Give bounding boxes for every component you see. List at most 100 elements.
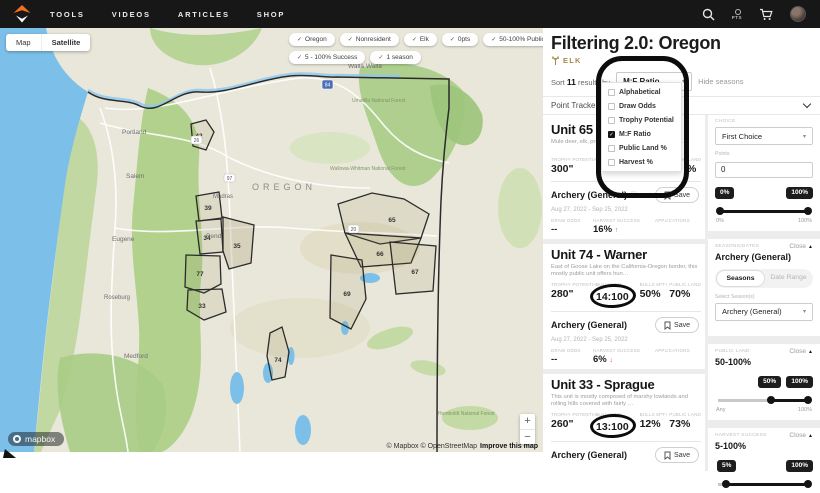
check-icon: ✓ xyxy=(297,54,302,61)
satellite-button[interactable]: Satellite xyxy=(41,34,91,51)
season-select[interactable]: Archery (General)▾ xyxy=(715,303,813,321)
stat-header: TROPHY POTENTIAL xyxy=(551,157,596,162)
save-button[interactable]: Save xyxy=(655,317,699,333)
chip-season[interactable]: ✓1 season xyxy=(370,51,420,64)
odds-slider[interactable] xyxy=(718,210,810,213)
stat-header: TROPHY POTENTIAL xyxy=(551,282,596,287)
checkbox-icon xyxy=(608,103,615,110)
nav-item-tools[interactable]: TOOLS xyxy=(50,10,85,19)
sort-option-alphabetical[interactable]: Alphabetical xyxy=(602,85,681,99)
max-harvest-badge: 100% xyxy=(786,460,813,472)
choice-select[interactable]: First Choice▾ xyxy=(715,127,813,145)
nav-item-shop[interactable]: SHOP xyxy=(257,10,285,19)
stat-header: APPLICATIONS xyxy=(655,218,701,223)
collapse-icon: ▲ xyxy=(808,433,813,439)
stat-header: BULLS 6PT+ xyxy=(640,282,670,287)
sort-option-draw-odds[interactable]: Draw Odds xyxy=(602,99,681,113)
chevron-down-icon[interactable] xyxy=(803,100,811,108)
public-land-slider[interactable] xyxy=(718,399,810,402)
collapse-icon: ▲ xyxy=(808,349,813,355)
tab-date-range[interactable]: Date Range xyxy=(765,270,812,287)
sort-option-harvest[interactable]: Harvest % xyxy=(602,155,681,169)
save-button[interactable]: Save xyxy=(655,187,699,203)
state-label: OREGON xyxy=(252,182,316,192)
chip-nonresident[interactable]: ✓Nonresident xyxy=(340,33,399,46)
trophy-value: 260" xyxy=(551,418,596,430)
checkbox-icon xyxy=(608,131,615,138)
bookmark-icon xyxy=(664,321,671,330)
unit-label: 39 xyxy=(204,205,212,212)
unit-label: 66 xyxy=(376,251,384,258)
hide-seasons-link[interactable]: Hide seasons xyxy=(698,77,743,86)
filter-panel: CHOICE First Choice▾ Points 0% 100% 0%10… xyxy=(705,115,820,471)
nav-item-articles[interactable]: ARTICLES xyxy=(178,10,230,19)
map-button[interactable]: Map xyxy=(6,34,41,51)
map-attribution[interactable]: © Mapbox © OpenStreetMapImprove this map xyxy=(387,443,538,450)
city-label: Portland xyxy=(122,129,147,136)
shield-label: 20 xyxy=(351,227,357,233)
close-public-land-link[interactable]: Close▲ xyxy=(789,348,813,355)
stat-header: PUBLIC LAND xyxy=(669,282,701,287)
stat-header: BULLS 6PT+ xyxy=(640,412,670,417)
chip-elk[interactable]: ✓Elk xyxy=(404,33,437,46)
forest-label: Umatilla National Forest xyxy=(352,98,406,104)
cart-icon[interactable] xyxy=(759,8,773,21)
stat-header: TROPHY POTENTIAL xyxy=(551,412,596,417)
section-label: HARVEST SUCCESS xyxy=(715,433,767,438)
zoom-in-button[interactable]: + xyxy=(520,414,535,429)
close-harvest-link[interactable]: Close▲ xyxy=(789,432,813,439)
zoom-out-button[interactable]: − xyxy=(520,429,535,444)
check-icon: ✓ xyxy=(348,36,353,43)
slider-max-label: 100% xyxy=(798,218,812,224)
close-seasons-link[interactable]: Close▲ xyxy=(789,243,813,250)
slider-handle-min[interactable] xyxy=(767,396,775,404)
slider-handle-min[interactable] xyxy=(716,207,724,215)
unit-label: 69 xyxy=(343,291,351,298)
season-name: Archery (General) xyxy=(551,320,627,330)
bookmark-icon xyxy=(664,451,671,460)
results-panel: Filtering 2.0: Oregon ELK Sort 11 result… xyxy=(543,28,820,458)
stat-header: HARVEST SUCCESS xyxy=(593,348,655,353)
harvest-value: 6% xyxy=(593,354,607,365)
unit-polygon-67[interactable] xyxy=(390,242,436,294)
unit-description: This unit is mostly composed of marshy l… xyxy=(551,394,701,408)
antler-icon xyxy=(551,55,560,65)
mapbox-logo-icon xyxy=(13,435,21,443)
mapbox-logo[interactable]: mapbox xyxy=(8,432,64,446)
sort-option-mf-ratio[interactable]: M:F Ratio xyxy=(602,127,681,141)
map-canvas[interactable]: 42 39 34 35 77 33 74 65 66 67 69 26 97 2… xyxy=(0,28,543,452)
harvest-slider[interactable] xyxy=(718,483,810,486)
tab-seasons[interactable]: Seasons xyxy=(716,270,765,287)
choice-section: CHOICE First Choice▾ Points 0% 100% 0%10… xyxy=(708,115,820,231)
slider-handle-max[interactable] xyxy=(804,480,812,488)
unit-card-74: Unit 74 - Warner East of Goose Lake on t… xyxy=(551,247,701,374)
unit-title[interactable]: Unit 33 - Sprague xyxy=(551,377,701,392)
slider-handle-max[interactable] xyxy=(804,396,812,404)
unit-label: 67 xyxy=(411,269,419,276)
user-avatar[interactable] xyxy=(790,6,806,22)
point-tracker-icon[interactable]: PTS xyxy=(732,9,742,20)
chip-points[interactable]: ✓0pts xyxy=(442,33,478,46)
search-icon[interactable] xyxy=(702,8,715,21)
slider-handle-max[interactable] xyxy=(804,207,812,215)
unit-title[interactable]: Unit 74 - Warner xyxy=(551,247,701,262)
publicland-value: 73% xyxy=(669,418,701,430)
stat-header: HARVEST SUCCESS xyxy=(593,218,655,223)
sort-option-trophy-potential[interactable]: Trophy Potential xyxy=(602,113,681,127)
min-public-badge: 50% xyxy=(758,376,781,388)
chip-public-land[interactable]: ✓50-100% Public xyxy=(483,33,543,46)
season-dates: Aug 27, 2022 - Sep 25, 2022 xyxy=(551,207,701,213)
improve-map-link[interactable]: Improve this map xyxy=(480,443,538,450)
bulls-value: 50% xyxy=(640,288,670,300)
points-input[interactable] xyxy=(715,162,813,178)
unit-label: 65 xyxy=(388,217,396,224)
nav-item-videos[interactable]: VIDEOS xyxy=(112,10,151,19)
save-button[interactable]: Save xyxy=(655,447,699,463)
gohunt-logo-icon[interactable] xyxy=(12,4,32,24)
chip-oregon[interactable]: ✓Oregon xyxy=(289,33,335,46)
slider-handle-min[interactable] xyxy=(722,480,730,488)
info-icon[interactable]: ⓘ xyxy=(630,190,637,200)
sort-option-public-land[interactable]: Public Land % xyxy=(602,141,681,155)
page-title: Filtering 2.0: Oregon xyxy=(543,28,820,55)
chip-success[interactable]: ✓5 - 100% Success xyxy=(289,51,365,64)
